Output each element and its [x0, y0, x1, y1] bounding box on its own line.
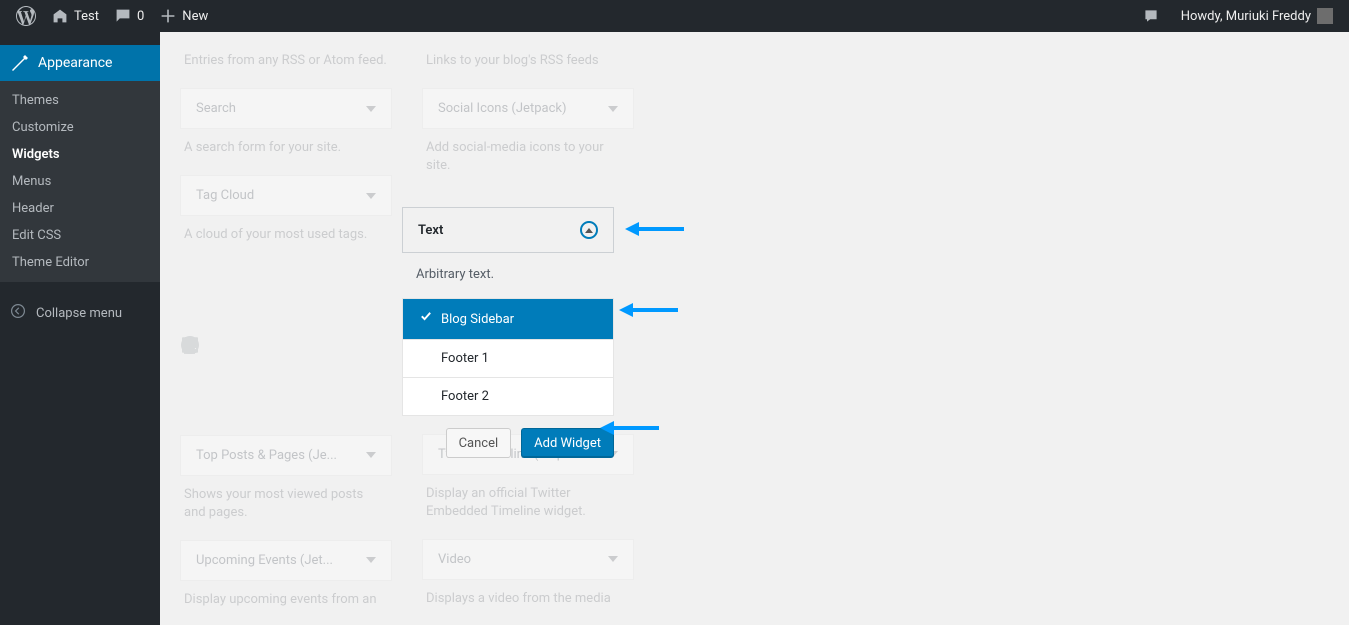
widget-description: Display an official Twitter Embedded Tim… [422, 485, 634, 539]
widget-title-label: Search [196, 101, 236, 116]
widget-description: Links to your blog's RSS feeds [422, 52, 634, 88]
text-widget-header[interactable]: Text [402, 207, 614, 253]
widget-title-label: Tag Cloud [196, 188, 254, 203]
submenu-item[interactable]: Themes [0, 87, 160, 114]
collapse-menu[interactable]: Collapse menu [0, 295, 160, 331]
site-link[interactable]: Test [44, 0, 107, 32]
appearance-icon [10, 53, 30, 73]
widget-title-label: Top Posts & Pages (Je... [196, 448, 337, 463]
widget-area-label: Blog Sidebar [441, 312, 514, 327]
widget-area-option[interactable]: Footer 1 [403, 340, 613, 378]
comments-link[interactable]: 0 [107, 0, 152, 32]
check-icon [419, 310, 435, 328]
widget-item[interactable]: Search [180, 88, 392, 129]
submenu-item[interactable]: Menus [0, 168, 160, 195]
widget-item[interactable]: Social Icons (Jetpack) [422, 88, 634, 129]
menu-appearance[interactable]: Appearance [0, 45, 160, 81]
appearance-submenu: ThemesCustomizeWidgetsMenusHeaderEdit CS… [0, 81, 160, 282]
wp-logo[interactable] [8, 0, 44, 32]
widget-title-label: Upcoming Events (Jet... [196, 553, 333, 568]
admin-sidebar: Pages Comments Feedback Appearance Theme… [0, 32, 160, 625]
chevron-down-icon [366, 452, 376, 458]
main-content: Entries from any RSS or Atom feed. Search… [160, 32, 1349, 625]
annotation-arrow [625, 222, 684, 236]
widget-description: Displays a video from the media [422, 590, 634, 625]
new-label: New [182, 9, 208, 24]
chevron-down-icon [366, 106, 376, 112]
submenu-item[interactable]: Customize [0, 114, 160, 141]
text-widget-title: Text [418, 223, 443, 238]
widget-description: Display upcoming events from an [180, 591, 392, 625]
collapse-icon [10, 303, 30, 323]
widget-area-list: Blog Sidebar Footer 1 Footer 2 [402, 298, 614, 416]
chevron-down-icon [366, 557, 376, 563]
notifications-icon[interactable] [1135, 0, 1167, 32]
chevron-down-icon [608, 106, 618, 112]
submenu-item[interactable]: Edit CSS [0, 222, 160, 249]
widget-description: Add social-media icons to your site. [422, 139, 634, 193]
text-widget-desc: Arbitrary text. [402, 253, 614, 290]
menu-appearance-label: Appearance [38, 55, 112, 71]
widget-description: A search form for your site. [180, 139, 392, 175]
widget-area-option[interactable]: Blog Sidebar [403, 299, 613, 340]
widget-description: A cloud of your most used tags. [180, 226, 392, 262]
widget-description: Entries from any RSS or Atom feed. [180, 52, 392, 88]
new-link[interactable]: New [152, 0, 216, 32]
widget-title-label: Video [438, 552, 471, 567]
widget-column-left: Entries from any RSS or Atom feed. Search… [180, 52, 392, 625]
submenu-item[interactable]: Theme Editor [0, 249, 160, 276]
comments-count-label: 0 [137, 9, 144, 24]
chevron-down-icon [366, 193, 376, 199]
widget-item[interactable]: Top Posts & Pages (Je... [180, 435, 392, 476]
site-name-label: Test [74, 9, 99, 24]
avatar [1317, 8, 1333, 24]
adminbar: Test 0 New Howdy, Muriuki Freddy [0, 0, 1349, 32]
widget-title-label: Social Icons (Jetpack) [438, 101, 566, 116]
widget-item[interactable]: Tag Cloud [180, 175, 392, 216]
howdy-label: Howdy, Muriuki Freddy [1181, 9, 1311, 24]
annotation-arrow [600, 421, 659, 435]
widget-item[interactable]: Upcoming Events (Jet... [180, 540, 392, 581]
widget-item[interactable]: Video [422, 539, 634, 580]
widget-description: Shows your most viewed posts and pages. [180, 486, 392, 540]
widget-area-option[interactable]: Footer 2 [403, 378, 613, 415]
chevron-down-icon [608, 556, 618, 562]
collapse-widget-icon[interactable] [580, 221, 598, 239]
collapse-label: Collapse menu [36, 306, 122, 321]
howdy-link[interactable]: Howdy, Muriuki Freddy [1167, 0, 1341, 32]
submenu-item[interactable]: Widgets [0, 141, 160, 168]
cancel-button[interactable]: Cancel [446, 428, 512, 458]
annotation-arrow [619, 303, 678, 317]
submenu-item[interactable]: Header [0, 195, 160, 222]
widget-area-label: Footer 1 [441, 351, 489, 366]
text-widget-chooser: Text Arbitrary text. Blog Sidebar Footer … [402, 207, 614, 462]
widget-area-label: Footer 2 [441, 389, 489, 404]
